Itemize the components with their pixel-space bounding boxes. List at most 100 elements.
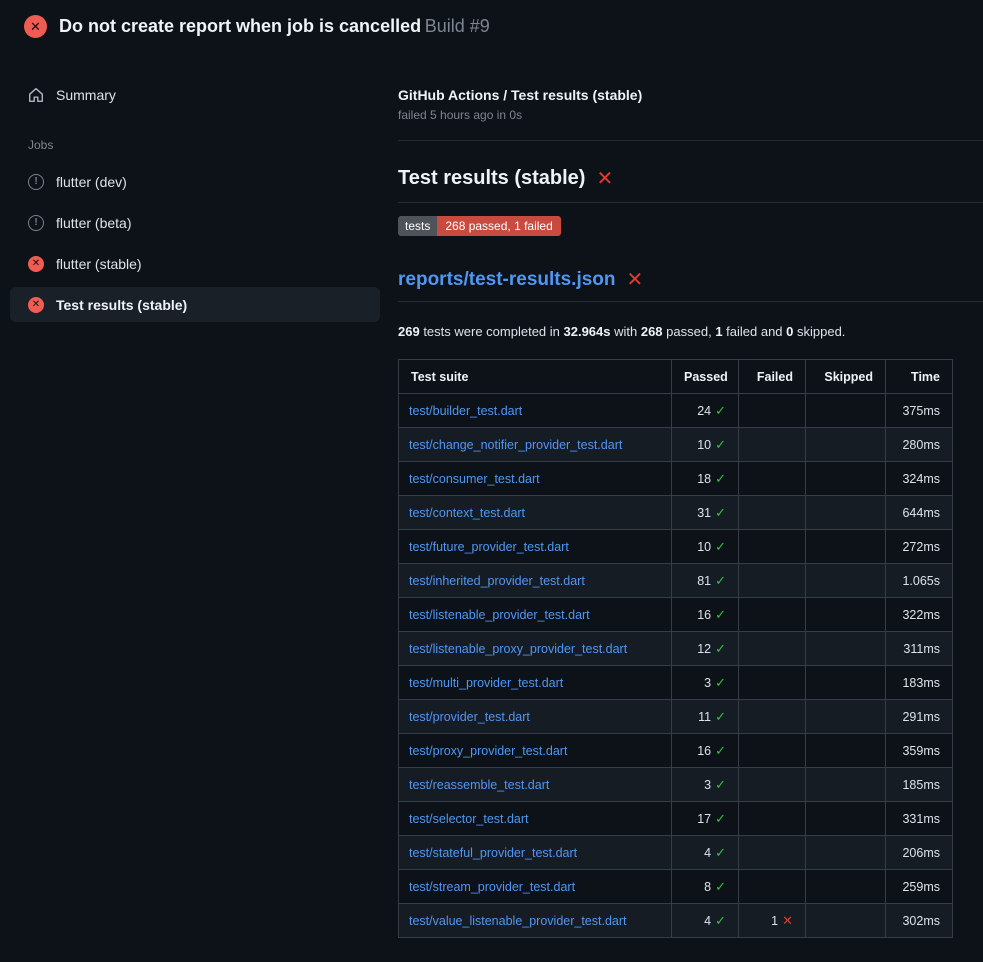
tests-badge-value: 268 passed, 1 failed	[437, 216, 560, 236]
check-icon: ✓	[715, 709, 726, 724]
cell-skipped	[806, 530, 886, 564]
test-suite-link[interactable]: test/stream_provider_test.dart	[409, 880, 575, 894]
cell-passed: 3✓	[672, 768, 739, 802]
cell-failed	[739, 428, 806, 462]
run-build-number: Build #9	[425, 16, 490, 36]
sidebar-job-flutter-beta-[interactable]: ! flutter (beta)	[10, 205, 380, 240]
cell-time: 311ms	[886, 632, 953, 666]
sidebar-job-label: flutter (stable)	[56, 256, 142, 272]
cell-failed	[739, 462, 806, 496]
cell-test-suite: test/builder_test.dart	[399, 394, 672, 428]
cell-skipped	[806, 496, 886, 530]
run-header: ✕ Do not create report when job is cance…	[0, 0, 983, 47]
summary-part: 269	[398, 324, 420, 339]
cell-time: 185ms	[886, 768, 953, 802]
sidebar-jobs-heading: Jobs	[28, 138, 390, 152]
col-header-skipped: Skipped	[806, 360, 886, 394]
test-suite-link[interactable]: test/future_provider_test.dart	[409, 540, 569, 554]
sidebar-job-label: flutter (dev)	[56, 174, 127, 190]
cell-skipped	[806, 598, 886, 632]
test-suite-link[interactable]: test/listenable_proxy_provider_test.dart	[409, 642, 627, 656]
test-suite-link[interactable]: test/selector_test.dart	[409, 812, 529, 826]
cell-failed	[739, 768, 806, 802]
check-icon: ✓	[715, 471, 726, 486]
table-row: test/selector_test.dart17✓331ms	[399, 802, 953, 836]
test-suite-link[interactable]: test/builder_test.dart	[409, 404, 522, 418]
run-title-line: Do not create report when job is cancell…	[59, 16, 490, 37]
cell-failed	[739, 666, 806, 700]
cell-passed: 11✓	[672, 700, 739, 734]
cell-test-suite: test/selector_test.dart	[399, 802, 672, 836]
col-header-failed: Failed	[739, 360, 806, 394]
summary-part: with	[611, 324, 641, 339]
table-row: test/value_listenable_provider_test.dart…	[399, 904, 953, 938]
check-icon: ✓	[715, 845, 726, 860]
test-suite-link[interactable]: test/proxy_provider_test.dart	[409, 744, 567, 758]
summary-part: 268	[641, 324, 663, 339]
sidebar-job-flutter-stable-[interactable]: ✕ flutter (stable)	[10, 246, 380, 281]
cell-test-suite: test/provider_test.dart	[399, 700, 672, 734]
cell-test-suite: test/listenable_proxy_provider_test.dart	[399, 632, 672, 666]
cell-time: 331ms	[886, 802, 953, 836]
cell-passed: 3✓	[672, 666, 739, 700]
summary-part: tests were completed in	[420, 324, 564, 339]
failed-status-circle-icon: ✕	[24, 15, 47, 38]
cell-passed: 16✓	[672, 598, 739, 632]
test-suite-link[interactable]: test/provider_test.dart	[409, 710, 530, 724]
table-row: test/multi_provider_test.dart 3✓ 183ms	[399, 666, 953, 700]
failed-x-icon: ✕	[627, 270, 644, 290]
test-suite-link[interactable]: test/stateful_provider_test.dart	[409, 846, 577, 860]
sidebar-job-flutter-dev-[interactable]: !flutter (dev)	[10, 164, 380, 199]
sidebar-summary-label: Summary	[56, 87, 116, 103]
run-title: Do not create report when job is cancell…	[59, 16, 421, 36]
check-icon: ✓	[715, 573, 726, 588]
test-suite-link[interactable]: test/context_test.dart	[409, 506, 525, 520]
table-row: test/consumer_test.dart18✓324ms	[399, 462, 953, 496]
sidebar: Summary Jobs !flutter (dev)! flutter (bet…	[0, 47, 390, 322]
table-row: test/stateful_provider_test.dart4✓206ms	[399, 836, 953, 870]
test-suite-link[interactable]: test/reassemble_test.dart	[409, 778, 549, 792]
cell-test-suite: test/future_provider_test.dart	[399, 530, 672, 564]
sidebar-job-test-results-stable-[interactable]: ✕ Test results (stable)	[10, 287, 380, 322]
cell-failed	[739, 700, 806, 734]
summary-part: skipped.	[793, 324, 845, 339]
report-title-row: reports/test-results.json ✕	[398, 269, 983, 302]
cell-test-suite: test/multi_provider_test.dart	[399, 666, 672, 700]
failed-circle-icon: ✕	[28, 256, 44, 272]
tests-badge: tests 268 passed, 1 failed	[398, 216, 561, 236]
cell-passed: 4✓	[672, 904, 739, 938]
check-icon: ✓	[715, 811, 726, 826]
cell-time: 375ms	[886, 394, 953, 428]
cell-test-suite: test/proxy_provider_test.dart	[399, 734, 672, 768]
cell-test-suite: test/stream_provider_test.dart	[399, 870, 672, 904]
cell-time: 644ms	[886, 496, 953, 530]
cell-failed	[739, 564, 806, 598]
col-header-test-suite: Test suite	[399, 360, 672, 394]
check-icon: ✓	[715, 879, 726, 894]
summary-part: 32.964s	[564, 324, 611, 339]
main-content: GitHub Actions / Test results (stable) f…	[390, 47, 983, 962]
sidebar-job-label: flutter (beta)	[56, 215, 131, 231]
failed-circle-icon: ✕	[28, 297, 44, 313]
warning-circle-icon: !	[28, 215, 44, 231]
report-file-link[interactable]: reports/test-results.json	[398, 269, 616, 291]
cell-time: 183ms	[886, 666, 953, 700]
test-suite-link[interactable]: test/inherited_provider_test.dart	[409, 574, 585, 588]
cell-time: 324ms	[886, 462, 953, 496]
cell-passed: 8✓	[672, 870, 739, 904]
cell-passed: 10✓	[672, 530, 739, 564]
check-icon: ✓	[715, 777, 726, 792]
test-suite-link[interactable]: test/change_notifier_provider_test.dart	[409, 438, 622, 452]
cell-failed	[739, 632, 806, 666]
sidebar-item-summary[interactable]: Summary	[10, 77, 380, 112]
test-suite-link[interactable]: test/listenable_provider_test.dart	[409, 608, 590, 622]
tests-badge-label: tests	[398, 216, 437, 236]
sidebar-job-label: Test results (stable)	[56, 297, 187, 313]
table-row: test/stream_provider_test.dart8✓259ms	[399, 870, 953, 904]
test-suite-link[interactable]: test/consumer_test.dart	[409, 472, 540, 486]
test-suite-link[interactable]: test/multi_provider_test.dart	[409, 676, 563, 690]
cell-skipped	[806, 394, 886, 428]
test-suite-link[interactable]: test/value_listenable_provider_test.dart	[409, 914, 627, 928]
cell-test-suite: test/value_listenable_provider_test.dart	[399, 904, 672, 938]
cell-test-suite: test/stateful_provider_test.dart	[399, 836, 672, 870]
